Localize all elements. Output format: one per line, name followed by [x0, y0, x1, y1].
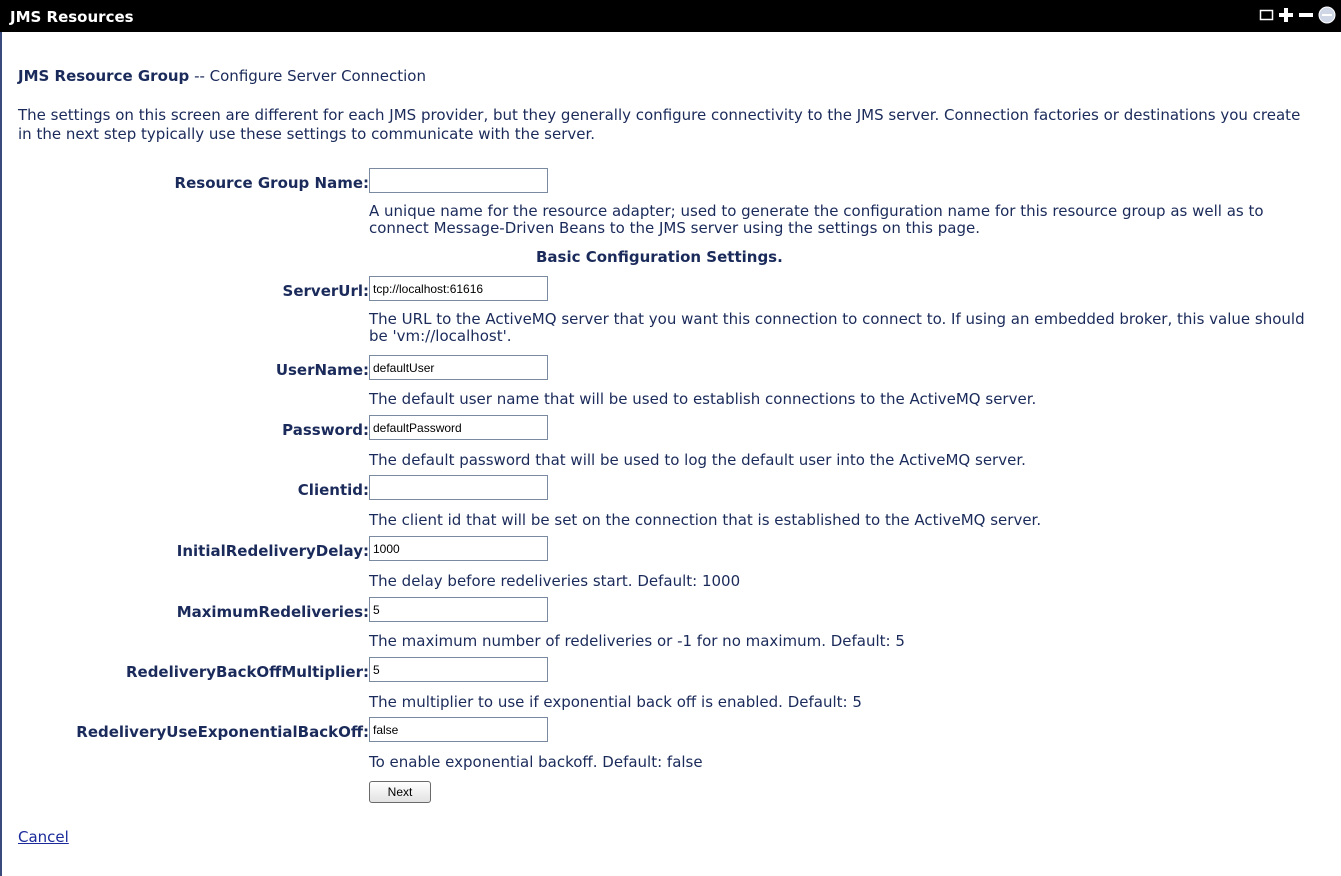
heading-subtitle: -- Configure Server Connection [189, 67, 426, 85]
intro-text: The settings on this screen are differen… [18, 106, 1301, 143]
resource-group-name-input[interactable] [369, 168, 548, 193]
resource-group-name-label: Resource Group Name: [174, 174, 369, 192]
redelivery-exponential-backoff-help: To enable exponential backoff. Default: … [369, 753, 703, 771]
window-title: JMS Resources [10, 8, 134, 26]
heading-title: JMS Resource Group [18, 67, 190, 85]
redelivery-exponential-backoff-input[interactable] [369, 717, 548, 742]
clientid-label: Clientid: [297, 481, 369, 499]
window-titlebar: JMS Resources [0, 0, 1341, 32]
next-button[interactable]: Next [369, 781, 431, 803]
frame-border [0, 32, 2, 876]
server-url-label: ServerUrl: [282, 282, 369, 300]
resource-group-name-help: A unique name for the resource adapter; … [369, 202, 1264, 237]
username-label: UserName: [275, 361, 369, 379]
redelivery-backoff-multiplier-label: RedeliveryBackOffMultiplier: [125, 663, 369, 681]
plus-icon[interactable] [1277, 6, 1295, 28]
window-controls [1259, 6, 1339, 26]
redelivery-exponential-backoff-label: RedeliveryUseExponentialBackOff: [76, 723, 369, 741]
minus-icon[interactable] [1297, 6, 1315, 28]
initial-redelivery-delay-input[interactable] [369, 536, 548, 561]
username-help: The default user name that will be used … [369, 390, 1037, 408]
initial-redelivery-delay-help: The delay before redeliveries start. Def… [369, 572, 741, 590]
password-input[interactable] [369, 415, 548, 440]
maximum-redeliveries-help: The maximum number of redeliveries or -1… [369, 632, 905, 650]
server-url-help: The URL to the ActiveMQ server that you … [369, 310, 1305, 345]
clientid-help: The client id that will be set on the co… [369, 511, 1042, 529]
password-help: The default password that will be used t… [369, 451, 1026, 469]
page-heading: JMS Resource Group -- Configure Server C… [18, 67, 426, 85]
server-url-input[interactable] [369, 276, 548, 301]
username-input[interactable] [369, 355, 548, 380]
maximum-redeliveries-input[interactable] [369, 597, 548, 622]
maximum-redeliveries-label: MaximumRedeliveries: [176, 603, 369, 621]
restore-icon[interactable] [1259, 6, 1275, 28]
redelivery-backoff-multiplier-input[interactable] [369, 657, 548, 682]
section-title: Basic Configuration Settings. [536, 248, 783, 266]
redelivery-backoff-multiplier-help: The multiplier to use if exponential bac… [369, 693, 862, 711]
password-label: Password: [282, 421, 369, 439]
clientid-input[interactable] [369, 475, 548, 500]
help-icon[interactable] [1317, 6, 1337, 30]
cancel-link[interactable]: Cancel [18, 828, 69, 846]
initial-redelivery-delay-label: InitialRedeliveryDelay: [176, 542, 369, 560]
